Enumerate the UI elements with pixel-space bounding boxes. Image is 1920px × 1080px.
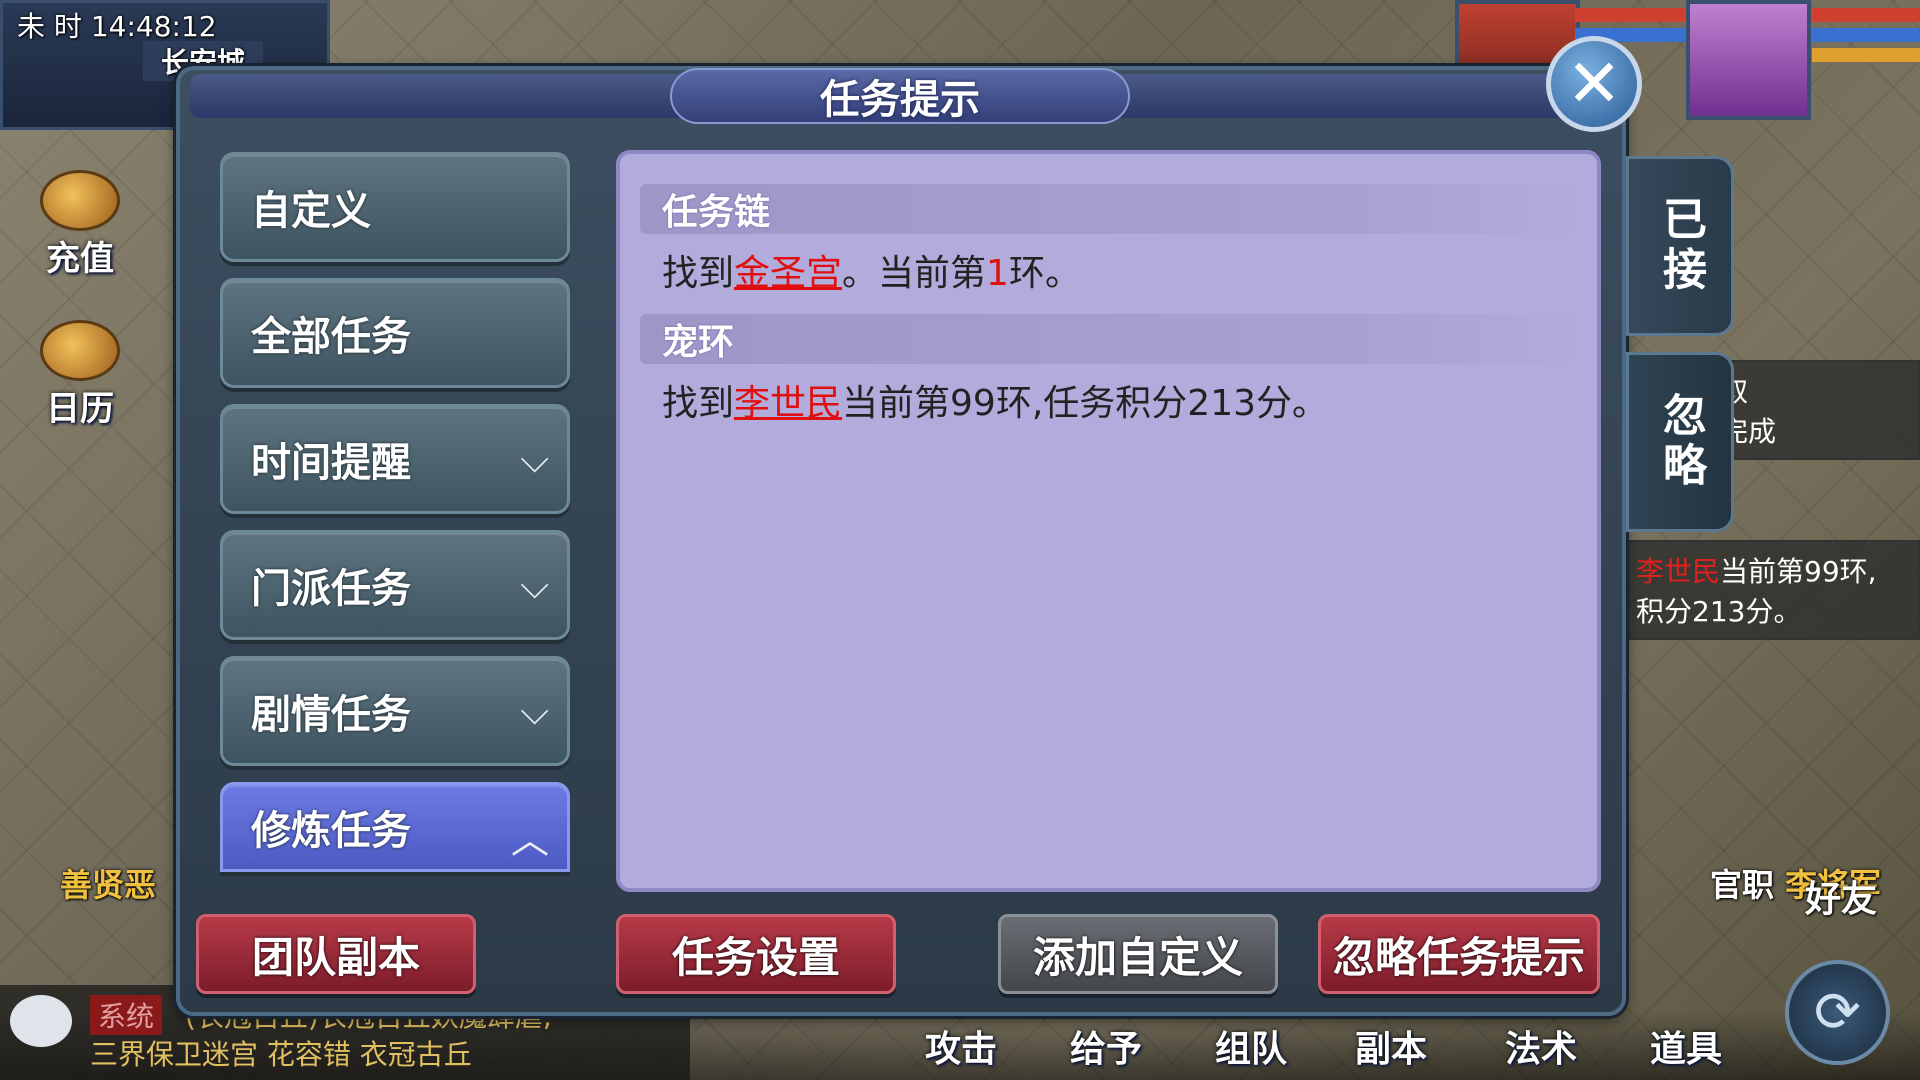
category-story-tasks[interactable]: 剧情任务 ⌵ bbox=[220, 656, 570, 766]
task-hint-dialog: 任务提示 自定义 全部任务 时间提醒 ⌵ 门派任务 ⌵ 剧情任务 ⌵ 修炼任务 … bbox=[176, 66, 1734, 1016]
chevron-down-icon: ⌵ bbox=[520, 689, 549, 733]
task-header-pet: 宠环 bbox=[640, 314, 1580, 364]
task-ring-count: 1 bbox=[986, 253, 1009, 294]
category-cultivation-tasks[interactable]: 修炼任务 ︿ bbox=[220, 782, 570, 872]
player-hp-bar bbox=[1812, 8, 1920, 22]
game-time: 未 时 14:48:12 bbox=[17, 10, 217, 43]
task-description-chain: 找到金圣宫。当前第1环。 bbox=[662, 253, 1081, 294]
task-content-panel: 任务链 找到金圣宫。当前第1环。 宠环 找到李世民当前第99环,任务积分213分… bbox=[616, 150, 1601, 892]
category-label: 全部任务 bbox=[251, 314, 411, 360]
add-custom-button[interactable]: 添加自定义 bbox=[998, 914, 1278, 994]
chevron-down-icon: ⌵ bbox=[520, 437, 549, 481]
tab-ignored-label: 忽略 bbox=[1655, 392, 1706, 492]
dialog-title: 任务提示 bbox=[820, 77, 980, 123]
dungeon-button[interactable]: 副本 bbox=[1355, 1020, 1427, 1072]
tracker-text: 当前第99环, bbox=[1720, 555, 1877, 588]
tab-ignored[interactable]: 忽略 bbox=[1626, 352, 1734, 532]
calendar-button[interactable]: 日历 bbox=[30, 320, 130, 430]
tracker-score: 积分213分。 bbox=[1636, 595, 1802, 628]
category-sect-tasks[interactable]: 门派任务 ⌵ bbox=[220, 530, 570, 640]
pet-hp-bar bbox=[1575, 8, 1685, 22]
chevron-up-icon: ︿ bbox=[510, 818, 549, 862]
team-dungeon-button[interactable]: 团队副本 bbox=[196, 914, 476, 994]
recharge-button[interactable]: 充值 bbox=[30, 170, 130, 280]
magic-button[interactable]: 法术 bbox=[1505, 1020, 1577, 1072]
treasure-icon bbox=[40, 170, 120, 231]
category-custom[interactable]: 自定义 bbox=[220, 152, 570, 262]
category-label: 剧情任务 bbox=[251, 692, 411, 738]
button-label: 团队副本 bbox=[251, 932, 420, 982]
friends-button[interactable]: 好友 bbox=[1805, 870, 1877, 922]
calendar-icon bbox=[40, 320, 120, 381]
task-name: 任务链 bbox=[662, 192, 771, 233]
team-button[interactable]: 组队 bbox=[1215, 1020, 1287, 1072]
task-name: 宠环 bbox=[662, 322, 735, 363]
button-label: 忽略任务提示 bbox=[1332, 932, 1585, 982]
task-header-chain: 任务链 bbox=[640, 184, 1580, 234]
category-time-reminder[interactable]: 时间提醒 ⌵ bbox=[220, 404, 570, 514]
tab-accepted-label: 已接 bbox=[1655, 196, 1706, 296]
task-target-link[interactable]: 李世民 bbox=[734, 383, 842, 424]
give-button[interactable]: 给予 bbox=[1070, 1020, 1142, 1072]
chat-channel-tag: 系统 bbox=[90, 995, 163, 1035]
recharge-label: 充值 bbox=[46, 239, 114, 279]
items-button[interactable]: 道具 bbox=[1650, 1020, 1722, 1072]
calendar-label: 日历 bbox=[46, 389, 114, 429]
button-label: 添加自定义 bbox=[1032, 932, 1243, 982]
player-portrait[interactable] bbox=[1686, 0, 1811, 120]
button-label: 任务设置 bbox=[671, 932, 840, 982]
chat-message-2: 三界保卫迷宫 花容错 衣冠古丘 bbox=[90, 1038, 472, 1071]
player-mp-bar bbox=[1812, 28, 1920, 42]
close-icon[interactable]: ✕ bbox=[1546, 36, 1642, 132]
attack-button[interactable]: 攻击 bbox=[925, 1020, 997, 1072]
category-label: 自定义 bbox=[251, 188, 371, 234]
task-target-link[interactable]: 金圣宫 bbox=[734, 253, 842, 294]
chat-bubble-icon[interactable] bbox=[10, 995, 72, 1047]
task-tracker-entry-2[interactable]: 李世民当前第99环, 积分213分。 bbox=[1620, 540, 1920, 640]
player-anger-bar bbox=[1812, 48, 1920, 62]
tab-accepted[interactable]: 已接 bbox=[1626, 156, 1734, 336]
category-label: 门派任务 bbox=[251, 566, 411, 612]
task-description-pet: 找到李世民当前第99环,任务积分213分。 bbox=[662, 383, 1328, 424]
dialog-title-plate: 任务提示 bbox=[670, 68, 1130, 124]
npc-name-left: 善贤恶 bbox=[60, 866, 157, 904]
tracker-link: 李世民 bbox=[1636, 555, 1721, 588]
category-label: 修炼任务 bbox=[251, 808, 411, 854]
chevron-down-icon: ⌵ bbox=[520, 563, 549, 607]
task-settings-button[interactable]: 任务设置 bbox=[616, 914, 896, 994]
category-label: 时间提醒 bbox=[251, 440, 411, 486]
category-all-tasks[interactable]: 全部任务 bbox=[220, 278, 570, 388]
refresh-icon[interactable]: ⟳ bbox=[1785, 960, 1890, 1065]
ignore-task-hints-button[interactable]: 忽略任务提示 bbox=[1318, 914, 1600, 994]
